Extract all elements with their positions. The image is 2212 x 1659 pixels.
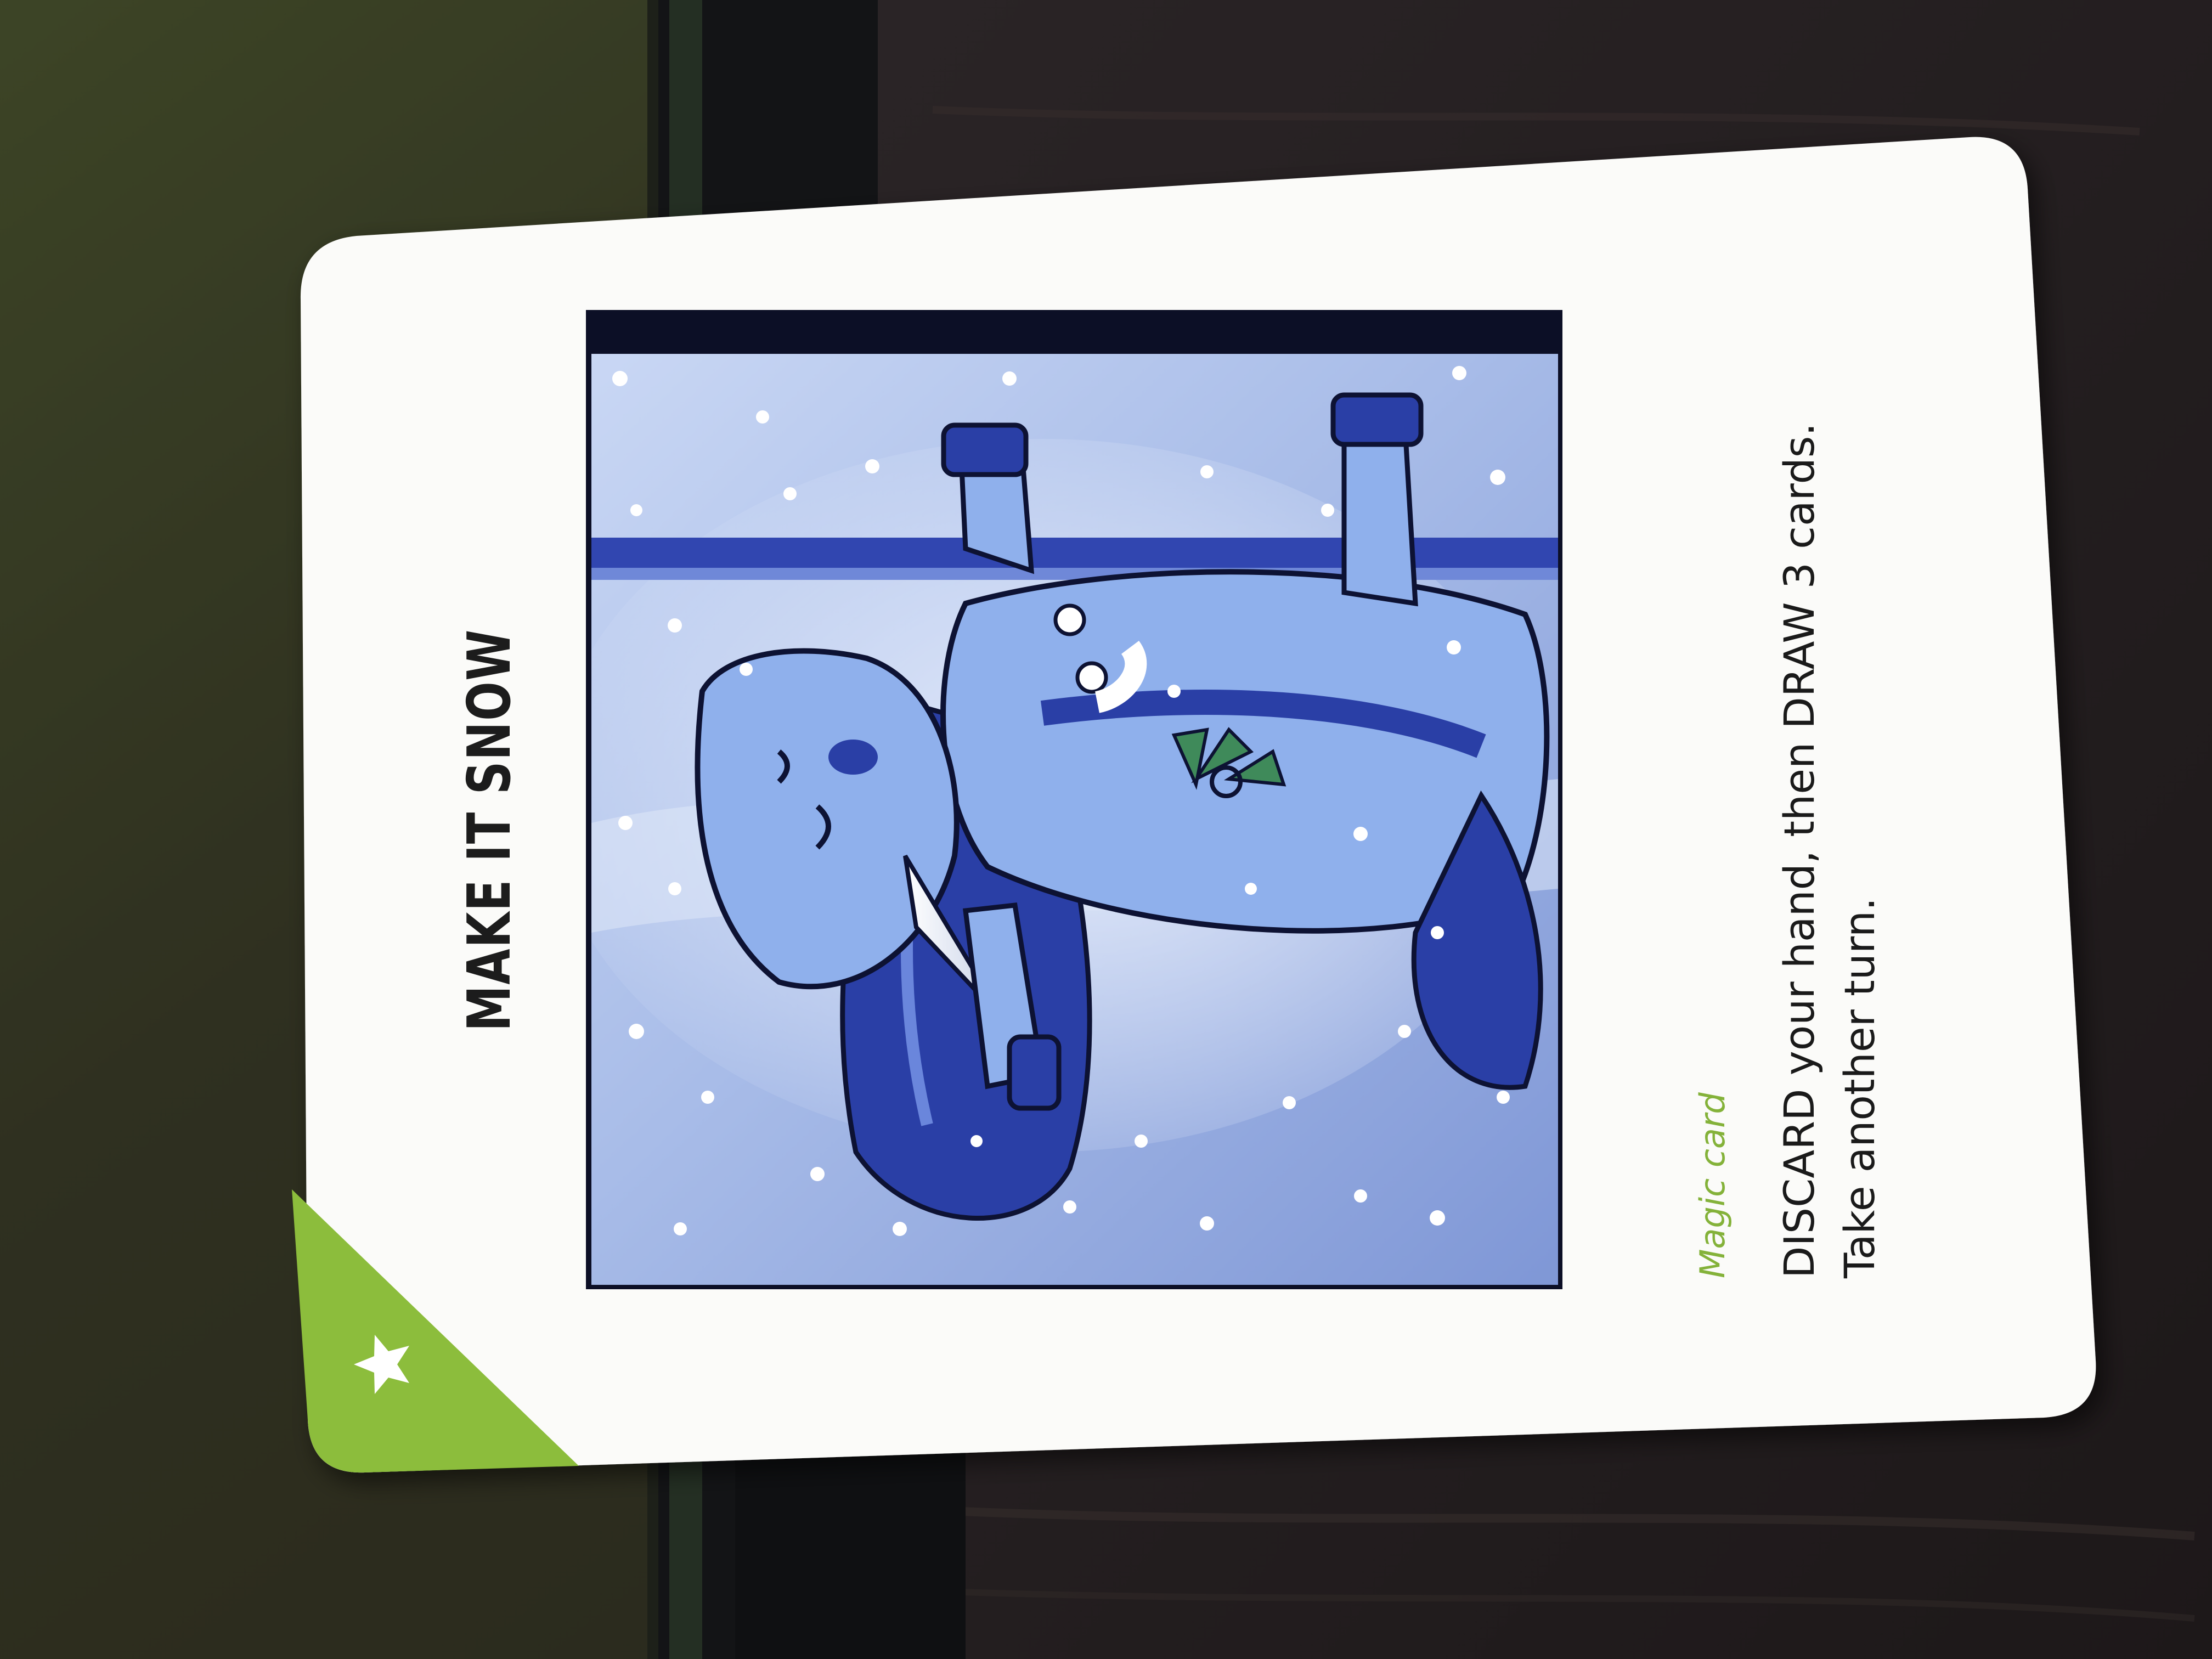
card-title: MAKE IT SNOW <box>455 629 524 1031</box>
card-rule-text-line-2: Take another turn. <box>1835 897 1884 1278</box>
card-rule-text-line-1: DISCARD your hand, then DRAW 3 cards. <box>1775 422 1824 1278</box>
card-artwork <box>586 310 1562 1289</box>
photo-scene <box>0 0 2212 1659</box>
card-type-label: Magic card <box>1692 1092 1733 1278</box>
game-card <box>292 137 2096 1473</box>
